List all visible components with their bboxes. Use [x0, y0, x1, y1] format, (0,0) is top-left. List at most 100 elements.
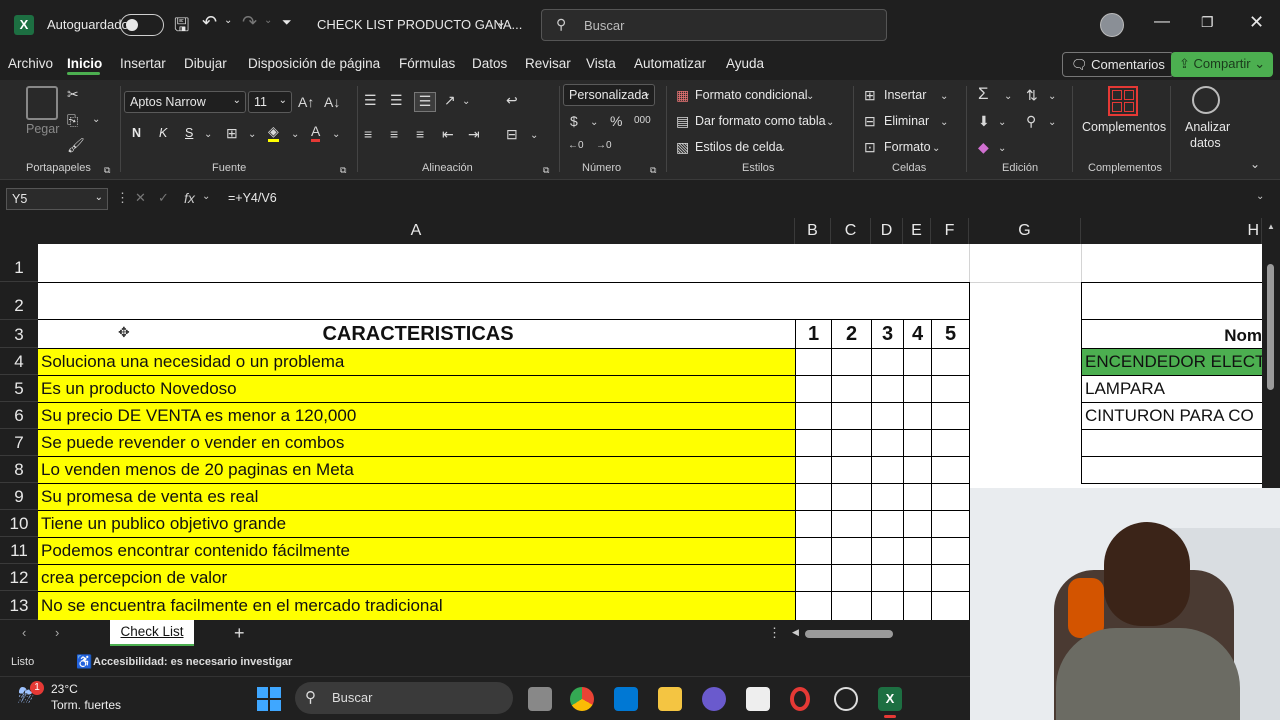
file-title[interactable]: CHECK LIST PRODUCTO GANA... [317, 17, 522, 32]
taskbar-search[interactable]: ⚲ Buscar [295, 682, 513, 714]
share-button[interactable]: ⇪ Compartir ⌄ [1171, 52, 1274, 77]
decrease-decimal-icon[interactable]: →0 [596, 138, 612, 154]
redo-icon[interactable]: ↷ [242, 12, 257, 33]
fill-color-icon[interactable]: ◈ [268, 123, 279, 142]
prev-sheet-icon[interactable]: ‹ [22, 625, 26, 640]
cancel-icon[interactable]: ✕ [135, 190, 146, 206]
characteristic-cell[interactable]: crea percepcion de valor [38, 565, 795, 591]
scroll-up-icon[interactable]: ▲ [1267, 222, 1275, 231]
more-icon[interactable]: ⋮ [116, 190, 129, 206]
chevron-down-icon[interactable]: ⌄ [202, 191, 210, 202]
restore-icon[interactable]: ❐ [1201, 14, 1214, 31]
characteristics-header[interactable]: CARACTERISTICAS [38, 320, 795, 348]
insert-cells-icon[interactable]: ⊞ [864, 87, 876, 103]
accessibility-icon[interactable]: ♿ [76, 654, 92, 670]
borders-icon[interactable]: ⊞ [226, 125, 238, 141]
characteristic-cell[interactable]: Su precio DE VENTA es menor a 120,000 [38, 403, 795, 429]
cell-styles-button[interactable]: Estilos de celda [695, 140, 783, 154]
delete-cells-button[interactable]: Eliminar [884, 114, 929, 128]
name-box[interactable]: Y5 ⌄ [6, 188, 108, 210]
insert-cells-button[interactable]: Insertar [884, 88, 926, 102]
score-header[interactable]: 3 [872, 320, 903, 348]
format-cells-button[interactable]: Formato [884, 140, 931, 154]
increase-decimal-icon[interactable]: ←0 [568, 138, 584, 154]
font-name-select[interactable]: Aptos Narrow ⌄ [124, 91, 246, 113]
chevron-down-icon[interactable]: ⌄ [291, 127, 299, 143]
col-header-c[interactable]: C [831, 218, 871, 244]
opera-icon[interactable] [790, 687, 810, 711]
score-header[interactable]: 5 [932, 320, 969, 348]
wrap-text-icon[interactable]: ↩ [506, 92, 518, 108]
product-cell[interactable]: CINTURON PARA CO [1082, 403, 1262, 429]
number-format-select[interactable]: Personalizada ⌄ [563, 84, 655, 106]
product-cell[interactable]: ENCENDEDOR ELECT [1082, 349, 1262, 375]
copy-icon[interactable]: ⎘ [67, 112, 78, 128]
chevron-down-icon[interactable]: ⌄ [496, 15, 506, 29]
close-icon[interactable]: ✕ [1249, 12, 1264, 33]
merge-center-icon[interactable]: ⊟ [506, 126, 518, 142]
orientation-icon[interactable]: ↗ [444, 92, 456, 108]
scroll-thumb[interactable] [1267, 264, 1274, 390]
menu-dibujar[interactable]: Dibujar [184, 56, 227, 71]
dialog-launcher-icon[interactable]: ⧉ [104, 162, 110, 178]
score-header[interactable]: 2 [832, 320, 871, 348]
col-header-d[interactable]: D [871, 218, 903, 244]
delete-cells-icon[interactable]: ⊟ [864, 113, 876, 129]
menu-vista[interactable]: Vista [586, 56, 616, 71]
col-header-g[interactable]: G [969, 218, 1081, 244]
undo-icon[interactable]: ↶ [202, 12, 217, 33]
align-bottom-icon[interactable]: ☰ [414, 92, 436, 112]
enter-icon[interactable]: ✓ [158, 190, 169, 206]
file-explorer-icon[interactable] [658, 687, 682, 711]
chevron-down-icon[interactable]: ⌄ [940, 115, 948, 131]
chevron-down-icon[interactable]: ⌄ [940, 89, 948, 105]
characteristic-cell[interactable]: No se encuentra facilmente en el mercado… [38, 592, 795, 620]
underline-button[interactable]: S [185, 126, 193, 140]
analyze-data-label-1[interactable]: Analizar [1185, 120, 1230, 134]
row-header[interactable]: 4 [0, 348, 38, 375]
menu-formulas[interactable]: Fórmulas [399, 56, 455, 71]
vertical-scrollbar[interactable]: ▲ [1262, 218, 1280, 488]
chevron-down-icon[interactable]: ⌄ [264, 15, 272, 26]
capcut-icon[interactable] [746, 687, 770, 711]
menu-disposicion[interactable]: Disposición de página [248, 56, 380, 71]
chevron-down-icon[interactable]: ⌄ [1048, 115, 1056, 131]
percent-icon[interactable]: % [610, 113, 622, 129]
store-icon[interactable] [614, 687, 638, 711]
chevron-down-icon[interactable]: ⌄ [530, 128, 538, 144]
format-painter-icon[interactable]: 🖌 [67, 137, 85, 153]
font-color-icon[interactable]: A [311, 123, 321, 142]
align-left-icon[interactable]: ≡ [364, 126, 372, 142]
addins-icon[interactable] [1108, 86, 1138, 116]
row-header[interactable]: 7 [0, 429, 38, 456]
col-header-b[interactable]: B [795, 218, 831, 244]
clear-icon[interactable]: ◆ [978, 139, 989, 155]
row-header[interactable]: 8 [0, 456, 38, 483]
analyze-data-label-2[interactable]: datos [1190, 136, 1221, 150]
autosum-icon[interactable]: Σ [978, 85, 989, 102]
score-header[interactable]: 1 [796, 320, 831, 348]
menu-datos[interactable]: Datos [472, 56, 507, 71]
cell-styles-icon[interactable]: ▧ [676, 139, 689, 155]
chevron-down-icon[interactable]: ⌄ [998, 141, 1006, 157]
row-header[interactable]: 2 [0, 282, 38, 320]
chevron-down-icon[interactable]: ⌄ [204, 127, 212, 143]
comments-button[interactable]: 🗨 Comentarios [1062, 52, 1174, 77]
chrome-icon[interactable] [570, 687, 594, 711]
horizontal-scroll-thumb[interactable] [805, 630, 893, 638]
chevron-down-icon[interactable]: ⌄ [1048, 89, 1056, 105]
minimize-icon[interactable]: — [1154, 13, 1170, 31]
collapse-ribbon-icon[interactable]: ⌄ [1250, 156, 1260, 172]
score-header[interactable]: 4 [904, 320, 931, 348]
addins-button[interactable]: Complementos [1082, 120, 1166, 134]
app-icon[interactable] [702, 687, 726, 711]
characteristic-cell[interactable]: Soluciona una necesidad o un problema [38, 349, 795, 375]
row-header[interactable]: 10 [0, 510, 38, 537]
thousands-icon[interactable]: 000 [634, 113, 651, 129]
row-header[interactable]: 5 [0, 375, 38, 402]
characteristic-cell[interactable]: Podemos encontrar contenido fácilmente [38, 538, 795, 564]
next-sheet-icon[interactable]: › [55, 625, 59, 640]
opera-gx-icon[interactable] [834, 687, 858, 711]
save-icon[interactable]: 🖫 [174, 13, 189, 43]
format-table-icon[interactable]: ▤ [676, 113, 689, 129]
